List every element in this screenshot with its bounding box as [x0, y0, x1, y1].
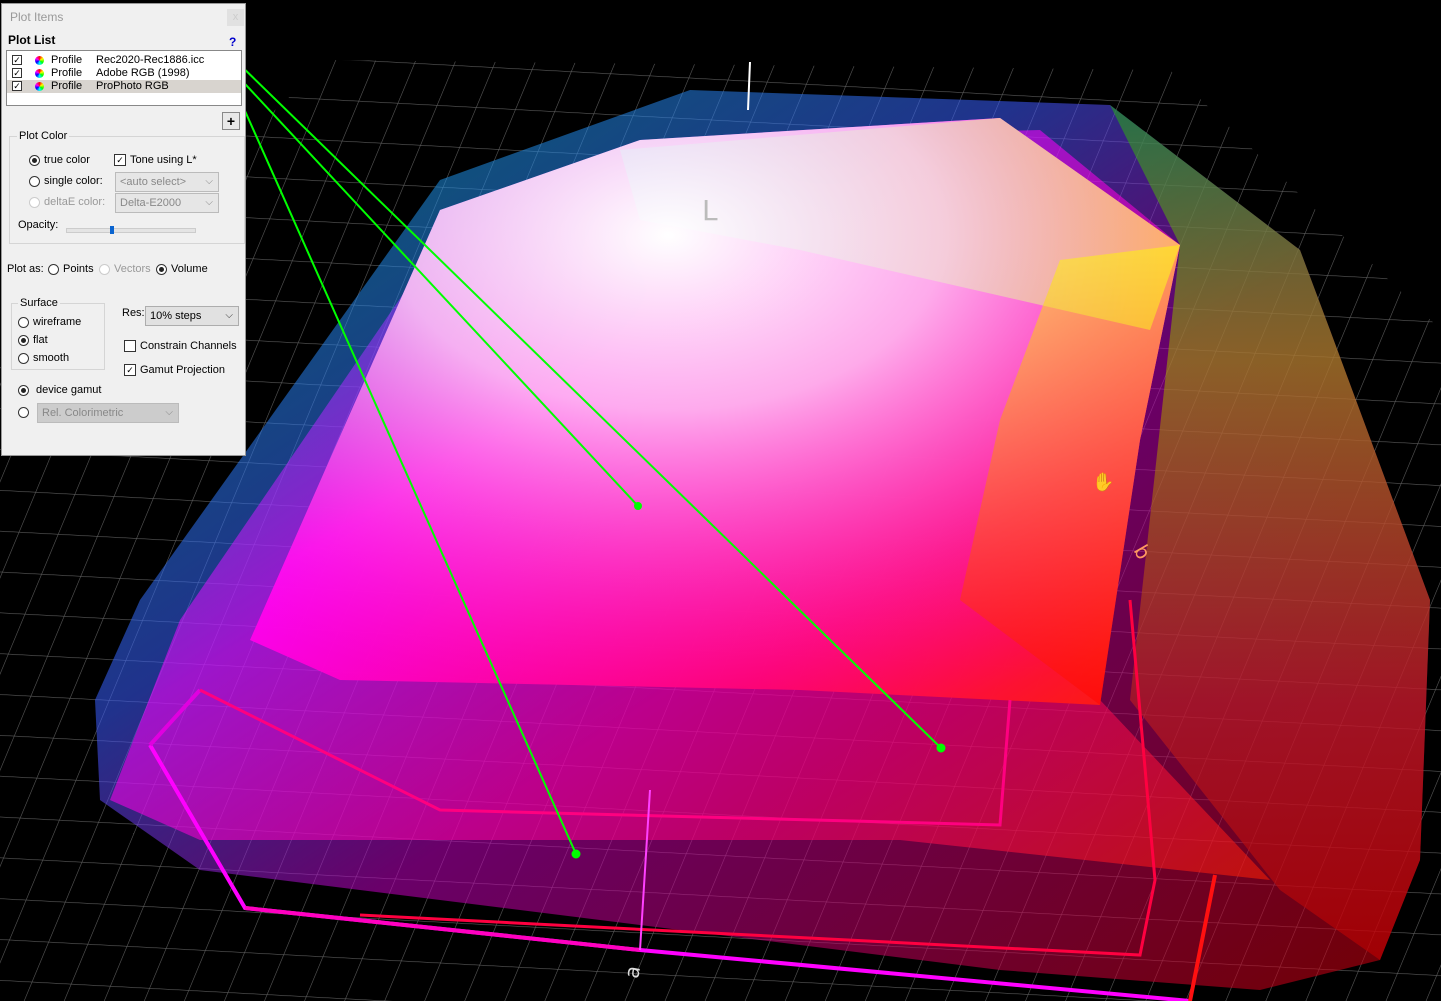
- opacity-label: Opacity:: [18, 219, 59, 231]
- plot-list-heading: Plot List: [8, 33, 56, 47]
- item-checkbox[interactable]: ✓: [12, 68, 22, 78]
- plot-list[interactable]: ✓ Profile Rec2020-Rec1886.icc ✓ Profile …: [6, 50, 242, 106]
- opacity-slider-thumb[interactable]: [110, 226, 115, 234]
- flat-label: flat: [33, 334, 48, 346]
- leader-dot: [936, 743, 946, 753]
- axis-label-l: L: [702, 194, 718, 227]
- single-color-radio[interactable]: [29, 176, 40, 187]
- tone-using-l-checkbox[interactable]: ✓: [114, 154, 126, 166]
- chevron-down-icon: ⌵: [205, 176, 213, 187]
- plot-as-label: Plot as:: [7, 263, 44, 275]
- gamut-projection-checkbox[interactable]: ✓: [124, 364, 136, 376]
- smooth-label: smooth: [33, 352, 70, 364]
- vectors-radio: [99, 264, 110, 275]
- item-type: Profile: [51, 80, 83, 92]
- deltae-color-label: deltaE color:: [44, 196, 106, 208]
- item-checkbox[interactable]: ✓: [12, 55, 22, 65]
- color-wheel-icon: [35, 69, 44, 78]
- item-type: Profile: [51, 67, 83, 79]
- res-value: 10% steps: [150, 310, 202, 322]
- leader-dot: [634, 502, 642, 510]
- device-gamut-radio[interactable]: [18, 385, 29, 396]
- item-name: Adobe RGB (1998): [96, 67, 190, 79]
- panel-title: Plot Items: [10, 10, 64, 24]
- add-item-button[interactable]: +: [222, 112, 240, 130]
- item-checkbox[interactable]: ✓: [12, 81, 22, 91]
- true-color-radio[interactable]: [29, 155, 40, 166]
- vectors-label: Vectors: [114, 263, 151, 275]
- color-wheel-icon: [35, 56, 44, 65]
- color-wheel-icon: [35, 82, 44, 91]
- volume-label: Volume: [171, 263, 208, 275]
- intent-radio[interactable]: [18, 407, 29, 418]
- single-color-select[interactable]: <auto select> ⌵: [115, 172, 219, 192]
- list-item[interactable]: ✓ Profile ProPhoto RGB: [7, 80, 241, 93]
- constrain-channels-checkbox[interactable]: [124, 340, 136, 352]
- device-gamut-label: device gamut: [36, 384, 102, 396]
- single-color-label: single color:: [44, 175, 103, 187]
- help-icon[interactable]: ?: [229, 35, 236, 49]
- tone-using-l-label: Tone using L*: [130, 154, 197, 166]
- single-color-value: <auto select>: [120, 176, 187, 188]
- smooth-radio[interactable]: [18, 353, 29, 364]
- surface-heading: Surface: [18, 297, 60, 309]
- wireframe-label: wireframe: [33, 316, 82, 328]
- deltae-color-radio: [29, 197, 40, 208]
- intent-value: Rel. Colorimetric: [42, 407, 124, 419]
- item-name: Rec2020-Rec1886.icc: [96, 54, 205, 66]
- list-item[interactable]: ✓ Profile Adobe RGB (1998): [7, 67, 241, 80]
- hand-cursor-icon: ✋: [1092, 471, 1114, 493]
- list-item[interactable]: ✓ Profile Rec2020-Rec1886.icc: [7, 54, 241, 67]
- item-type: Profile: [51, 54, 83, 66]
- constrain-channels-label: Constrain Channels: [140, 340, 237, 352]
- points-radio[interactable]: [48, 264, 59, 275]
- chevron-down-icon: ⌵: [225, 310, 233, 321]
- wireframe-radio[interactable]: [18, 317, 29, 328]
- flat-radio[interactable]: [18, 335, 29, 346]
- chevron-down-icon: ⌵: [165, 407, 173, 418]
- leader-dot: [571, 849, 581, 859]
- volume-radio[interactable]: [156, 264, 167, 275]
- res-select[interactable]: 10% steps ⌵: [145, 306, 239, 326]
- res-label: Res:: [122, 307, 145, 319]
- deltae-value: Delta-E2000: [120, 197, 182, 209]
- plot-color-heading: Plot Color: [17, 130, 70, 142]
- close-button[interactable]: x: [227, 9, 244, 26]
- plot-items-panel: Plot Items x Plot List ? ✓ Profile Rec20…: [1, 3, 246, 456]
- intent-select[interactable]: Rel. Colorimetric ⌵: [37, 403, 179, 423]
- gamut-projection-label: Gamut Projection: [140, 364, 225, 376]
- points-label: Points: [63, 263, 94, 275]
- deltae-select[interactable]: Delta-E2000 ⌵: [115, 193, 219, 213]
- chevron-down-icon: ⌵: [205, 197, 213, 208]
- true-color-label: true color: [44, 154, 90, 166]
- opacity-slider[interactable]: [66, 226, 196, 234]
- item-name: ProPhoto RGB: [96, 80, 169, 92]
